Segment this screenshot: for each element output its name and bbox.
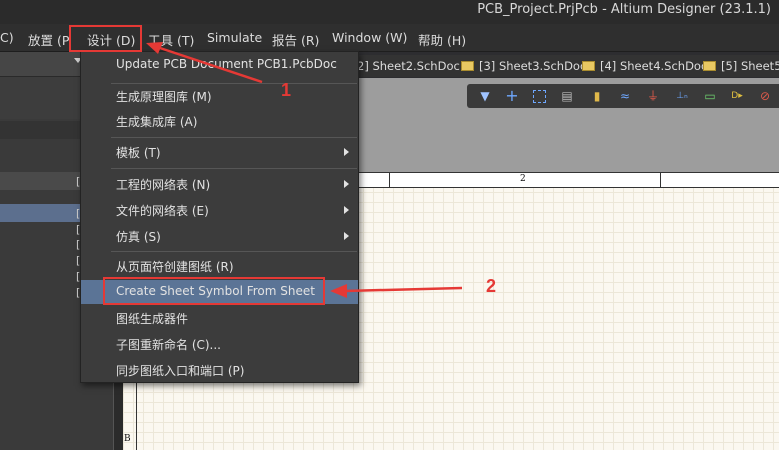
annotation-number-2: 2: [486, 276, 497, 296]
annotation-arrow-1: [159, 46, 263, 84]
arrowhead-icon: [330, 284, 347, 298]
annotation-arrow-2: [344, 286, 463, 293]
arrowhead-icon: [146, 42, 163, 54]
annotation-arrows: [146, 42, 463, 298]
annotation-number-1: 1: [281, 80, 292, 100]
